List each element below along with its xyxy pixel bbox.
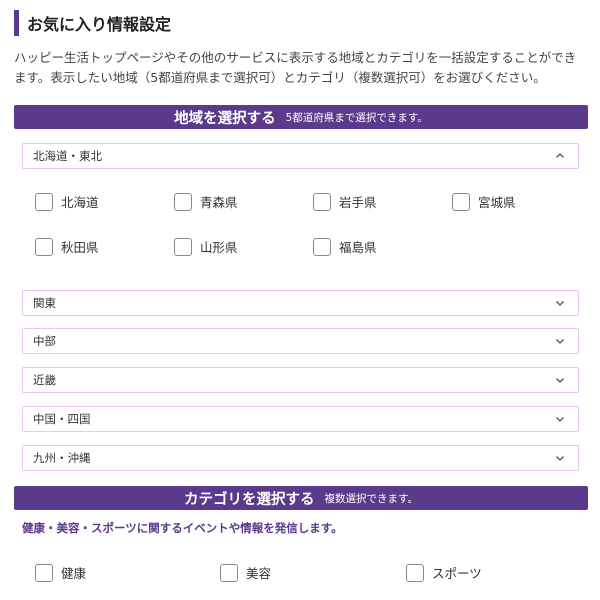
accordion-label: 北海道・東北	[33, 149, 102, 163]
checkbox-hokkaido[interactable]: 北海道	[35, 192, 99, 211]
checkbox-label: 福島県	[339, 240, 377, 255]
checkbox-miyagi[interactable]: 宮城県	[452, 192, 516, 211]
chevron-down-icon	[555, 407, 565, 431]
checkbox-label: スポーツ	[432, 566, 482, 581]
checkbox-box[interactable]	[406, 563, 424, 582]
region-section-note: 5都道府県まで選択できます。	[285, 111, 428, 124]
accordion-chubu[interactable]: 中部	[22, 328, 579, 354]
chevron-down-icon	[555, 329, 565, 353]
category-section-title: カテゴリを選択する	[184, 491, 315, 508]
checkbox-yamagata[interactable]: 山形県	[174, 237, 238, 256]
checkbox-box[interactable]	[35, 563, 53, 582]
checkbox-box[interactable]	[313, 237, 331, 256]
category-section-header: カテゴリを選択する 複数選択できます。	[14, 486, 588, 510]
heading-accent-bar	[14, 10, 19, 36]
chevron-down-icon	[555, 446, 565, 470]
checkbox-box[interactable]	[220, 563, 238, 582]
accordion-hokkaido-tohoku[interactable]: 北海道・東北	[22, 143, 579, 169]
checkbox-label: 秋田県	[61, 240, 99, 255]
category-description: 健康・美容・スポーツに関するイベントや情報を発信します。	[22, 521, 343, 535]
checkbox-label: 青森県	[200, 195, 238, 210]
checkbox-fukushima[interactable]: 福島県	[313, 237, 377, 256]
accordion-kyushu-okinawa[interactable]: 九州・沖縄	[22, 445, 579, 471]
checkbox-aomori[interactable]: 青森県	[174, 192, 238, 211]
accordion-label: 中部	[33, 334, 56, 348]
checkbox-box[interactable]	[174, 192, 192, 211]
accordion-label: 九州・沖縄	[33, 451, 91, 465]
intro-text: ハッピー生活トップページやその他のサービスに表示する地域とカテゴリを一括設定する…	[14, 50, 577, 85]
accordion-label: 中国・四国	[33, 412, 91, 426]
page-heading: お気に入り情報設定	[14, 10, 171, 36]
checkbox-beauty[interactable]: 美容	[220, 563, 271, 582]
region-section-header: 地域を選択する 5都道府県まで選択できます。	[14, 105, 588, 129]
checkbox-sports[interactable]: スポーツ	[406, 563, 482, 582]
checkbox-box[interactable]	[35, 237, 53, 256]
accordion-label: 近畿	[33, 373, 56, 387]
checkbox-label: 美容	[246, 566, 272, 581]
checkbox-akita[interactable]: 秋田県	[35, 237, 99, 256]
chevron-down-icon	[555, 291, 565, 315]
chevron-down-icon	[555, 368, 565, 392]
checkbox-label: 健康	[61, 566, 87, 581]
checkbox-label: 宮城県	[478, 195, 516, 210]
accordion-chugoku-shikoku[interactable]: 中国・四国	[22, 406, 579, 432]
chevron-up-icon	[555, 144, 565, 168]
checkbox-label: 山形県	[200, 240, 238, 255]
checkbox-iwate[interactable]: 岩手県	[313, 192, 377, 211]
checkbox-label: 岩手県	[339, 195, 377, 210]
checkbox-health[interactable]: 健康	[35, 563, 86, 582]
checkbox-label: 北海道	[61, 195, 99, 210]
checkbox-box[interactable]	[313, 192, 331, 211]
checkbox-box[interactable]	[452, 192, 470, 211]
checkbox-box[interactable]	[174, 237, 192, 256]
region-section-title: 地域を選択する	[174, 110, 276, 127]
accordion-label: 関東	[33, 296, 56, 310]
page-title: お気に入り情報設定	[27, 15, 172, 34]
accordion-kinki[interactable]: 近畿	[22, 367, 579, 393]
accordion-kanto[interactable]: 関東	[22, 290, 579, 316]
category-section-note: 複数選択できます。	[324, 492, 418, 505]
checkbox-box[interactable]	[35, 192, 53, 211]
